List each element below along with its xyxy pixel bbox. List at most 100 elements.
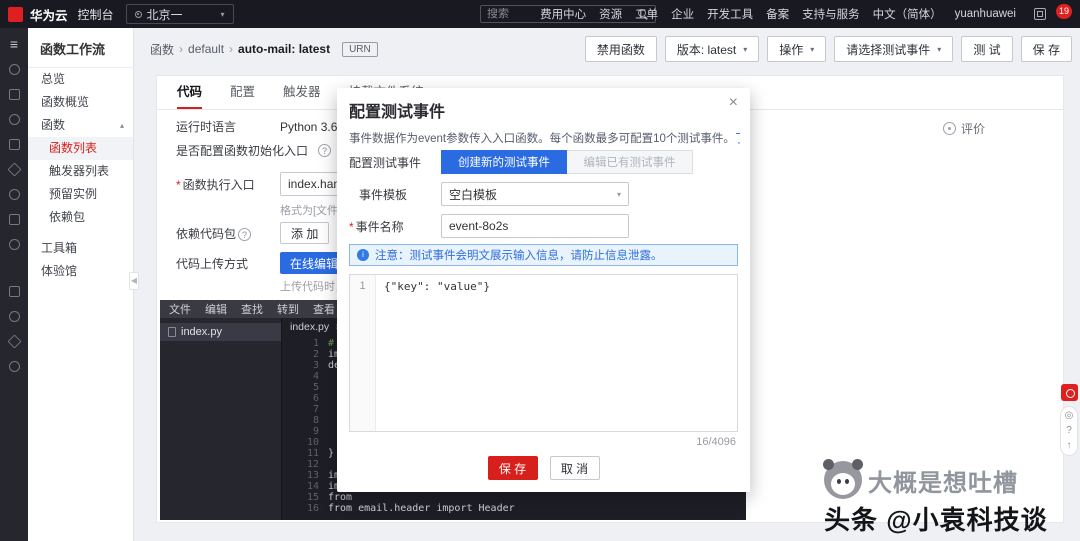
learn-more-link[interactable]: 了解更多 (735, 133, 740, 145)
console-link[interactable]: 控制台 (78, 6, 114, 23)
user-name[interactable]: yuanhuawei (955, 8, 1016, 20)
dependency-label: 依赖代码包? (176, 225, 272, 242)
sidenav-item-experience[interactable]: 体验馆 (28, 260, 133, 283)
help-widget-icon[interactable]: ? (1066, 426, 1072, 436)
version-dropdown[interactable]: 版本: latest ▾ (664, 36, 760, 62)
tab-code[interactable]: 代码 (177, 76, 203, 109)
menu-support[interactable]: 支持与服务 (802, 6, 860, 22)
sidenav-item-trigger-list[interactable]: 触发器列表 (28, 160, 133, 183)
sidenav-item-reserved-instances[interactable]: 预留实例 (28, 183, 133, 206)
rail-service-icon-9[interactable] (8, 286, 20, 297)
feedback-button[interactable]: 评价 (942, 120, 985, 137)
menu-icp[interactable]: 备案 (766, 6, 789, 22)
rail-service-icon-12[interactable] (8, 361, 20, 372)
sidenav-item-func-overview[interactable]: 函数概览 (28, 91, 133, 114)
event-template-select[interactable]: 空白模板 ▾ (441, 182, 629, 206)
line-number: 1 (312, 338, 319, 349)
tab-config[interactable]: 配置 (230, 76, 255, 109)
rail-service-icon-4[interactable] (8, 139, 20, 150)
edit-existing-event-tab[interactable]: 编辑已有测试事件 (567, 150, 693, 174)
rail-service-icon-2[interactable] (8, 89, 20, 100)
sidenav-item-functions[interactable]: 函数 ▴ (28, 114, 133, 137)
chevron-down-icon: ▾ (937, 44, 942, 54)
breadcrumb-functions[interactable]: 函数 (150, 41, 174, 58)
watermark: 大概是想吐槽 头条 @小袁科技谈 (823, 459, 1076, 537)
rail-service-icon-5[interactable] (6, 162, 22, 177)
page-header: 函数 › default › auto-mail: latest URN 禁用函… (150, 34, 1072, 64)
init-entry-label: 是否配置函数初始化入口 (176, 144, 309, 158)
assist-widgets: ◎ ? ↑ (1060, 406, 1078, 456)
menu-resources[interactable]: 资源 (599, 6, 622, 22)
json-content[interactable]: {"key": "value"} (376, 275, 498, 431)
info-icon: i (357, 249, 369, 261)
required-mark: * (176, 177, 181, 192)
apps-grid-icon[interactable] (1033, 8, 1046, 20)
breadcrumb-default[interactable]: default (188, 42, 224, 56)
tab-triggers[interactable]: 触发器 (283, 76, 321, 109)
notification-badge[interactable]: 19 (1055, 3, 1072, 19)
feedback-widget-icon[interactable]: ◎ (1065, 411, 1074, 421)
info-banner-text: 注意：测试事件会明文展示输入信息，请防止信息泄露。 (375, 250, 663, 262)
event-name-input[interactable] (441, 214, 629, 238)
file-tree-item-indexpy[interactable]: index.py (160, 323, 281, 341)
dialog-cancel-button[interactable]: 取 消 (549, 456, 600, 480)
runtime-row: 运行时语言 Python 3.6 (176, 118, 337, 135)
code-line: 15 from (282, 492, 746, 503)
breadcrumb-sep-icon: › (229, 42, 234, 56)
add-dependency-button[interactable]: 添 加 (280, 222, 330, 244)
rail-service-icon-7[interactable] (8, 214, 20, 225)
collapse-sidenav-icon[interactable]: ◀ (128, 272, 139, 290)
upload-mode-label: 代码上传方式 (176, 256, 249, 271)
line-number: 2 (312, 349, 319, 360)
event-template-row: 事件模板 空白模板 ▾ (349, 182, 629, 206)
feedback-label: 评价 (960, 122, 985, 136)
customer-service-icon[interactable] (1060, 384, 1078, 401)
rail-service-icon-8[interactable] (8, 239, 20, 250)
chevron-down-icon: ▾ (743, 44, 748, 54)
sidenav-item-function-list[interactable]: 函数列表 (28, 137, 133, 160)
hamburger-menu-icon[interactable]: ≡ (10, 36, 18, 52)
menu-billing[interactable]: 费用中心 (540, 6, 586, 22)
configure-test-event-dialog: 配置测试事件 × 事件数据作为event参数传入入口函数。每个函数最多可配置10… (337, 88, 750, 492)
configure-event-label: 配置测试事件 (349, 155, 422, 170)
editor-menu-view[interactable]: 查看 (313, 301, 335, 317)
back-to-top-icon[interactable]: ↑ (1067, 441, 1072, 451)
line-text: } (328, 448, 335, 459)
rail-service-icon-1[interactable] (8, 64, 20, 75)
operations-dropdown[interactable]: 操作 ▾ (767, 36, 827, 62)
help-icon[interactable]: ? (318, 144, 332, 157)
urn-chip[interactable]: URN (342, 41, 378, 57)
create-new-event-tab[interactable]: 创建新的测试事件 (441, 150, 567, 174)
test-button[interactable]: 测 试 (961, 36, 1013, 62)
rail-service-icon-11[interactable] (6, 334, 22, 349)
help-icon[interactable]: ? (238, 227, 252, 241)
chevron-down-icon: ▾ (810, 44, 815, 54)
editor-menu-edit[interactable]: 编辑 (205, 301, 227, 317)
sidenav-item-overview[interactable]: 总览 (28, 68, 133, 91)
save-button[interactable]: 保 存 (1020, 36, 1072, 62)
editor-menu-find[interactable]: 查找 (241, 301, 263, 317)
close-dialog-icon[interactable]: × (729, 94, 738, 112)
event-json-editor[interactable]: 1 {"key": "value"} (349, 274, 738, 432)
rail-service-icon-6[interactable] (8, 189, 20, 200)
line-number: 5 (312, 382, 319, 393)
editor-menu-file[interactable]: 文件 (169, 301, 191, 317)
menu-enterprise[interactable]: 企业 (671, 6, 694, 22)
select-test-event-dropdown[interactable]: 请选择测试事件 ▾ (834, 36, 954, 62)
rail-service-icon-3[interactable] (8, 114, 20, 125)
topbar-icons: 19 (1033, 0, 1072, 28)
brand-name: 华为云 (30, 8, 68, 23)
rail-service-icon-10[interactable] (8, 311, 20, 322)
sidenav-item-dependencies[interactable]: 依赖包 (28, 206, 133, 229)
info-banner: i 注意：测试事件会明文展示输入信息，请防止信息泄露。 (349, 244, 738, 266)
menu-devtools[interactable]: 开发工具 (707, 6, 753, 22)
watermark-line1: 大概是想吐槽 (868, 469, 1018, 497)
editor-menu-goto[interactable]: 转到 (277, 301, 299, 317)
region-selector[interactable]: 北京一 ▾ (125, 4, 234, 24)
dialog-save-button[interactable]: 保 存 (487, 456, 538, 480)
menu-language[interactable]: 中文（简体） (873, 6, 942, 22)
menu-tickets[interactable]: 工单 (635, 6, 658, 22)
sidenav-item-toolbox[interactable]: 工具箱 (28, 237, 133, 260)
breadcrumb-current: auto-mail: latest (238, 42, 331, 56)
disable-function-button[interactable]: 禁用函数 (584, 36, 657, 62)
